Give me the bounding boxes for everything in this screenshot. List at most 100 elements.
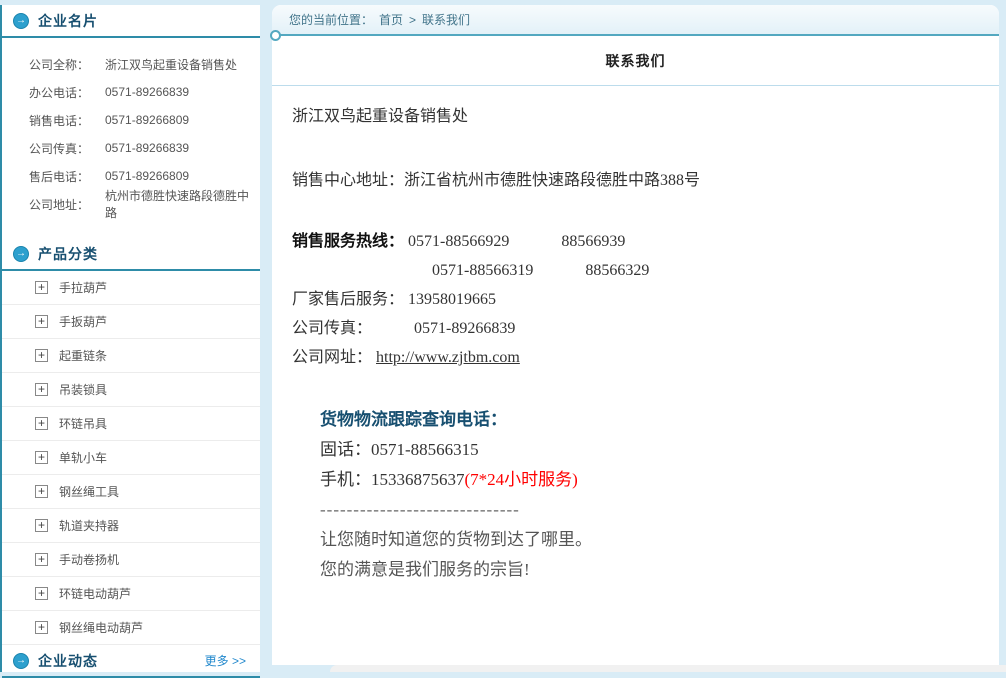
category-item-electric-wire-rope-hoist[interactable]: + 钢丝绳电动葫芦 (2, 611, 260, 645)
after-sales-line: 厂家售后服务： 13958019665 (292, 285, 979, 314)
logistics-note-2: 您的满意是我们服务的宗旨! (320, 555, 979, 585)
category-item-chain-sling[interactable]: + 环链吊具 (2, 407, 260, 441)
divider-dot-icon (270, 30, 281, 41)
website-line: 公司网址： http://www.zjtbm.com (292, 343, 979, 372)
breadcrumb-prefix: 您的当前位置： (289, 11, 373, 28)
after-sales-label: 厂家售后服务： (292, 291, 404, 308)
expand-plus-icon[interactable]: + (35, 587, 48, 600)
expand-plus-icon[interactable]: + (35, 553, 48, 566)
company-card-row: 公司传真： 0571-89266839 (29, 134, 260, 162)
hotline-number: 0571-88566319 (432, 262, 533, 279)
category-label[interactable]: 环链电动葫芦 (59, 585, 131, 602)
sales-center-address: 销售中心地址：浙江省杭州市德胜快速路段德胜中路388号 (292, 166, 979, 190)
expand-plus-icon[interactable]: + (35, 451, 48, 464)
logistics-service-note: (7*24小时服务) (465, 470, 578, 489)
page-title-bar: 联系我们 (272, 36, 999, 86)
card-row-value: 杭州市德胜快速路段德胜中路 (105, 187, 260, 221)
category-label[interactable]: 环链吊具 (59, 415, 107, 432)
company-card-header: → 企业名片 (2, 5, 260, 38)
contact-content: 浙江双鸟起重设备销售处 销售中心地址：浙江省杭州市德胜快速路段德胜中路388号 … (272, 102, 999, 585)
hotline-label: 销售服务热线： (292, 233, 404, 250)
company-card-row: 公司地址： 杭州市德胜快速路段德胜中路 (29, 190, 260, 218)
category-label[interactable]: 手拉葫芦 (59, 279, 107, 296)
category-item-lifting-chain[interactable]: + 起重链条 (2, 339, 260, 373)
expand-plus-icon[interactable]: + (35, 621, 48, 634)
category-item-wire-rope-tools[interactable]: + 钢丝绳工具 (2, 475, 260, 509)
card-row-value: 0571-89266809 (105, 169, 189, 183)
logistics-note-1: 让您随时知道您的货物到达了哪里。 (320, 525, 979, 555)
fax-number: 0571-89266839 (414, 320, 515, 337)
card-row-label: 办公电话： (29, 84, 93, 101)
category-list: + 手拉葫芦 + 手扳葫芦 + 起重链条 + 吊装锁具 + 环链吊具 + 单轨小… (2, 271, 260, 645)
logistics-block: 货物物流跟踪查询电话： 固话：0571-88566315 手机：15336875… (320, 405, 979, 585)
card-row-value: 0571-89266839 (105, 141, 189, 155)
category-label[interactable]: 手动卷扬机 (59, 551, 119, 568)
hotline-number: 0571-88566929 (408, 233, 509, 250)
company-name: 浙江双鸟起重设备销售处 (292, 102, 979, 126)
breadcrumb: 您的当前位置： 首页 > 联系我们 (272, 5, 999, 34)
category-label[interactable]: 吊装锁具 (59, 381, 107, 398)
circle-arrow-icon: → (13, 13, 29, 29)
fax-label: 公司传真： (292, 314, 410, 343)
category-item-monorail-trolley[interactable]: + 单轨小车 (2, 441, 260, 475)
expand-plus-icon[interactable]: + (35, 383, 48, 396)
company-card-row: 售后电话： 0571-89266809 (29, 162, 260, 190)
expand-plus-icon[interactable]: + (35, 349, 48, 362)
breadcrumb-home-link[interactable]: 首页 (379, 11, 403, 28)
category-item-lever-hoist[interactable]: + 手扳葫芦 (2, 305, 260, 339)
hotline-line-2: 0571-88566319 88566329 (292, 256, 979, 285)
category-label[interactable]: 手扳葫芦 (59, 313, 107, 330)
category-item-rigging-locks[interactable]: + 吊装锁具 (2, 373, 260, 407)
categories-header: → 产品分类 (2, 238, 260, 271)
card-row-label: 公司全称： (29, 56, 93, 73)
company-card-row: 销售电话： 0571-89266809 (29, 106, 260, 134)
circle-arrow-icon: → (13, 246, 29, 262)
expand-plus-icon[interactable]: + (35, 281, 48, 294)
category-label[interactable]: 轨道夹持器 (59, 517, 119, 534)
fax-line: 公司传真： 0571-89266839 (292, 314, 979, 343)
news-header: → 企业动态 更多 >> (2, 645, 260, 678)
hotline-number: 88566939 (561, 233, 625, 250)
sidebar: → 企业名片 公司全称： 浙江双鸟起重设备销售处 办公电话： 0571-8926… (0, 5, 260, 672)
category-label[interactable]: 钢丝绳电动葫芦 (59, 619, 143, 636)
website-link[interactable]: http://www.zjtbm.com (376, 349, 520, 366)
footer-strip (330, 665, 1006, 672)
breadcrumb-divider (272, 34, 999, 36)
card-row-label: 售后电话： (29, 168, 93, 185)
company-card-row: 办公电话： 0571-89266839 (29, 78, 260, 106)
contact-lines: 销售服务热线： 0571-88566929 88566939 0571-8856… (292, 227, 979, 372)
logistics-heading: 货物物流跟踪查询电话： (320, 405, 979, 435)
news-title: 企业动态 (38, 651, 98, 671)
category-item-hand-chain-hoist[interactable]: + 手拉葫芦 (2, 271, 260, 305)
news-header-left: → 企业动态 (13, 651, 98, 671)
card-row-label: 公司传真： (29, 140, 93, 157)
categories-title: 产品分类 (38, 244, 98, 264)
card-row-label: 销售电话： (29, 112, 93, 129)
page-title: 联系我们 (606, 51, 666, 71)
expand-plus-icon[interactable]: + (35, 417, 48, 430)
logistics-mobile: 手机：15336875637 (320, 470, 465, 489)
category-label[interactable]: 起重链条 (59, 347, 107, 364)
logistics-mobile-line: 手机：15336875637(7*24小时服务) (320, 465, 979, 495)
card-row-value: 浙江双鸟起重设备销售处 (105, 56, 237, 73)
category-item-electric-chain-hoist[interactable]: + 环链电动葫芦 (2, 577, 260, 611)
expand-plus-icon[interactable]: + (35, 519, 48, 532)
after-sales-phone: 13958019665 (408, 291, 496, 308)
company-card-row: 公司全称： 浙江双鸟起重设备销售处 (29, 50, 260, 78)
expand-plus-icon[interactable]: + (35, 485, 48, 498)
main-panel: 您的当前位置： 首页 > 联系我们 联系我们 浙江双鸟起重设备销售处 销售中心地… (272, 5, 999, 665)
logistics-landline: 固话：0571-88566315 (320, 435, 979, 465)
card-row-value: 0571-89266809 (105, 113, 189, 127)
news-more-link[interactable]: 更多 >> (205, 652, 246, 669)
card-row-label: 公司地址： (29, 196, 93, 213)
category-item-rail-clamp[interactable]: + 轨道夹持器 (2, 509, 260, 543)
card-row-value: 0571-89266839 (105, 85, 189, 99)
category-label[interactable]: 钢丝绳工具 (59, 483, 119, 500)
category-item-manual-winch[interactable]: + 手动卷扬机 (2, 543, 260, 577)
category-label[interactable]: 单轨小车 (59, 449, 107, 466)
dashed-divider: ------------------------------ (320, 495, 979, 525)
website-label: 公司网址： (292, 349, 372, 366)
company-card-title: 企业名片 (38, 11, 98, 31)
expand-plus-icon[interactable]: + (35, 315, 48, 328)
hotline-line-1: 销售服务热线： 0571-88566929 88566939 (292, 227, 979, 256)
